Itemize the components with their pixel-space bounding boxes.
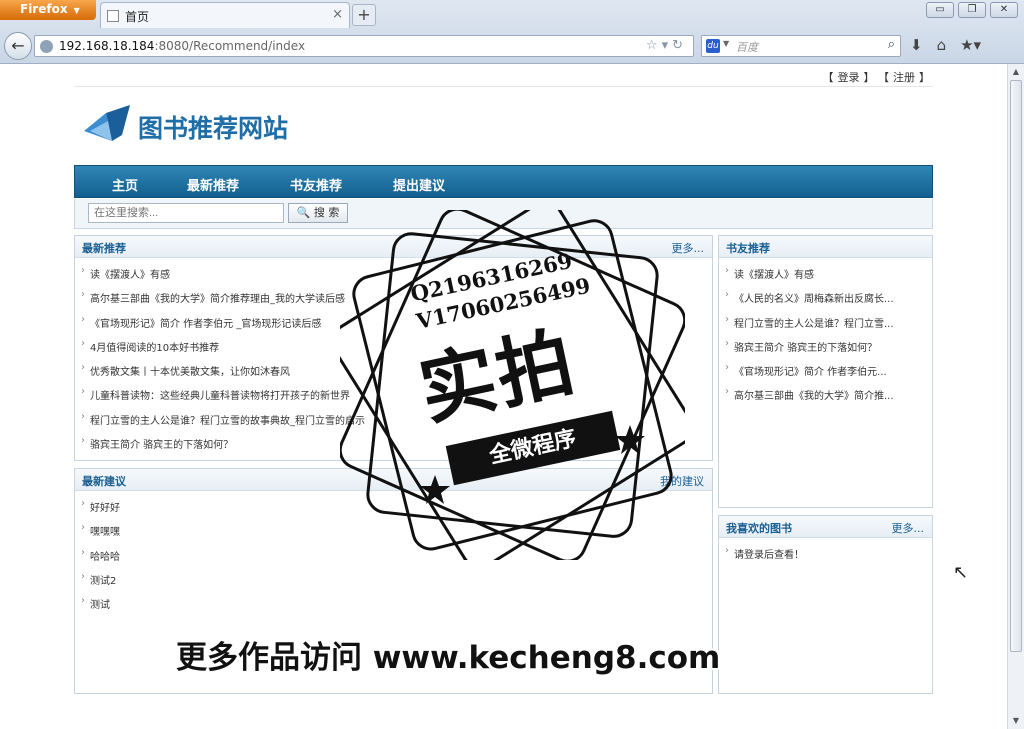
more-link[interactable]: 更多... — [672, 240, 705, 256]
main-menu: 主页 最新推荐 书友推荐 提出建议 — [74, 165, 933, 198]
list-item[interactable]: 好好好 — [81, 499, 712, 523]
recommend-list: 读《摆渡人》有感 高尔基三部曲《我的大学》简介推荐理由_我的大学读后感 《官场现… — [75, 258, 712, 460]
panel-header: 最新建议 我的建议 — [75, 469, 712, 491]
book-logo-icon — [84, 105, 130, 141]
list-item[interactable]: 《官场现形记》简介 作者李伯元 _官场现形记读后感 — [81, 315, 712, 339]
search-button-label: 搜 索 — [313, 206, 340, 219]
list-item[interactable]: 读《摆渡人》有感 — [81, 266, 712, 290]
web-search-placeholder: 百度 — [736, 41, 758, 54]
download-icon[interactable]: ⬇ — [910, 36, 923, 54]
search-icon[interactable]: ⌕ — [888, 37, 895, 52]
latest-recommend-panel: 最新推荐 更多... 读《摆渡人》有感 高尔基三部曲《我的大学》简介推荐理由_我… — [74, 235, 713, 461]
search-icon: 🔍 — [296, 206, 314, 219]
bookmarks-icon[interactable]: ★▾ — [960, 36, 981, 54]
list-item[interactable]: 儿童科普读物：这些经典儿童科普读物将打开孩子的新世界 — [81, 387, 712, 411]
globe-icon — [40, 40, 53, 53]
chevron-down-icon: ▼ — [73, 6, 80, 15]
user-links: 【登录】 【注册】 — [822, 71, 931, 84]
list-item[interactable]: 《人民的名义》周梅森新出反腐长... — [725, 290, 932, 314]
browser-chrome: Firefox ▼ 首页 × + ▭ ❐ ✕ ← 192.168.18.184:8… — [0, 0, 1024, 64]
panel-title: 书友推荐 — [726, 242, 770, 255]
minimize-button[interactable]: ▭ — [926, 2, 954, 18]
page-scrollbar[interactable]: ▲ ▼ — [1007, 64, 1024, 729]
back-button[interactable]: ← — [4, 32, 32, 60]
menu-latest[interactable]: 最新推荐 — [187, 175, 239, 194]
menu-home[interactable]: 主页 — [112, 175, 138, 194]
url-path: :8080/Recommend/index — [154, 39, 306, 53]
panel-title: 最新推荐 — [82, 242, 126, 255]
back-arrow-icon: ← — [11, 36, 25, 55]
mouse-cursor-icon: ↖ — [953, 562, 969, 583]
friend-recommend-panel: 书友推荐 读《摆渡人》有感 《人民的名义》周梅森新出反腐长... 程门立雪的主人… — [718, 235, 933, 508]
suggest-list: 好好好 嘿嘿嘿 哈哈哈 测试2 测试 — [75, 491, 712, 620]
scroll-up-icon[interactable]: ▲ — [1008, 64, 1024, 80]
scroll-thumb[interactable] — [1010, 80, 1022, 652]
site-title: 图书推荐网站 — [138, 114, 289, 143]
login-link[interactable]: 登录 — [838, 71, 860, 84]
scroll-down-icon[interactable]: ▼ — [1008, 713, 1024, 729]
site-logo[interactable]: 图书推荐网站 — [82, 95, 332, 153]
toolbar-icons: ⬇ ⌂ ★▾ — [910, 36, 981, 54]
list-item[interactable]: 测试2 — [81, 572, 712, 596]
search-input[interactable] — [88, 203, 284, 223]
list-item[interactable]: 程门立雪的主人公是谁？程门立雪... — [725, 315, 932, 339]
list-item[interactable]: 测试 — [81, 596, 712, 620]
list-item[interactable]: 高尔基三部曲《我的大学》简介推荐理由_我的大学读后感 — [81, 290, 712, 314]
divider — [74, 86, 933, 87]
close-window-button[interactable]: ✕ — [990, 2, 1018, 18]
menu-suggest[interactable]: 提出建议 — [393, 175, 445, 194]
my-suggest-link[interactable]: 我的建议 — [660, 473, 704, 489]
window-controls: ▭ ❐ ✕ — [926, 2, 1018, 18]
my-books-list: 请登录后查看！ — [719, 538, 932, 570]
firefox-menu-label: Firefox — [20, 2, 68, 16]
baidu-icon: du — [706, 39, 720, 53]
engine-dropdown-icon[interactable]: ▼ — [723, 39, 729, 48]
panel-header: 书友推荐 — [719, 236, 932, 258]
search-row: 🔍 搜 索 — [74, 199, 933, 229]
panel-header: 我喜欢的图书 更多... — [719, 516, 932, 538]
list-item[interactable]: 程门立雪的主人公是谁？程门立雪的故事典故_程门立雪的启示 — [81, 412, 712, 436]
page-icon — [107, 10, 119, 22]
home-icon[interactable]: ⌂ — [937, 36, 947, 54]
tab-home[interactable]: 首页 × — [100, 2, 350, 28]
web-search-bar[interactable]: du ▼ 百度 ⌕ — [701, 35, 901, 57]
search-button[interactable]: 🔍 搜 索 — [288, 203, 348, 223]
panel-title: 我喜欢的图书 — [726, 522, 792, 535]
menu-friends[interactable]: 书友推荐 — [290, 175, 342, 194]
promo-banner: 更多作品访问 www.kecheng8.com — [176, 640, 721, 676]
firefox-menu-button[interactable]: Firefox ▼ — [0, 0, 96, 20]
panel-title: 最新建议 — [82, 475, 126, 488]
new-tab-button[interactable]: + — [352, 4, 376, 26]
address-bar[interactable]: 192.168.18.184:8080/Recommend/index ☆▾↻ — [34, 35, 694, 57]
tab-title: 首页 — [125, 10, 150, 24]
register-link[interactable]: 注册 — [893, 71, 915, 84]
list-item[interactable]: 骆宾王简介 骆宾王的下落如何？ — [725, 339, 932, 363]
list-item[interactable]: 高尔基三部曲《我的大学》简介推... — [725, 387, 932, 411]
navigation-bar: ← 192.168.18.184:8080/Recommend/index ☆▾… — [0, 30, 1024, 62]
list-item[interactable]: 《官场现形记》简介 作者李伯元... — [725, 363, 932, 387]
login-prompt[interactable]: 请登录后查看！ — [725, 546, 932, 570]
list-item[interactable]: 优秀散文集丨十本优美散文集，让你如沐春风 — [81, 363, 712, 387]
list-item[interactable]: 哈哈哈 — [81, 548, 712, 572]
bookmark-star-icon[interactable]: ☆▾↻ — [646, 38, 687, 53]
friend-list: 读《摆渡人》有感 《人民的名义》周梅森新出反腐长... 程门立雪的主人公是谁？程… — [719, 258, 932, 412]
list-item[interactable]: 读《摆渡人》有感 — [725, 266, 932, 290]
restore-button[interactable]: ❐ — [958, 2, 986, 18]
close-tab-icon[interactable]: × — [332, 7, 343, 22]
panel-header: 最新推荐 更多... — [75, 236, 712, 258]
my-books-panel: 我喜欢的图书 更多... 请登录后查看！ — [718, 515, 933, 694]
url-host: 192.168.18.184 — [59, 39, 155, 53]
list-item[interactable]: 4月值得阅读的10本好书推荐 — [81, 339, 712, 363]
more-link[interactable]: 更多... — [892, 520, 925, 536]
list-item[interactable]: 嘿嘿嘿 — [81, 523, 712, 547]
